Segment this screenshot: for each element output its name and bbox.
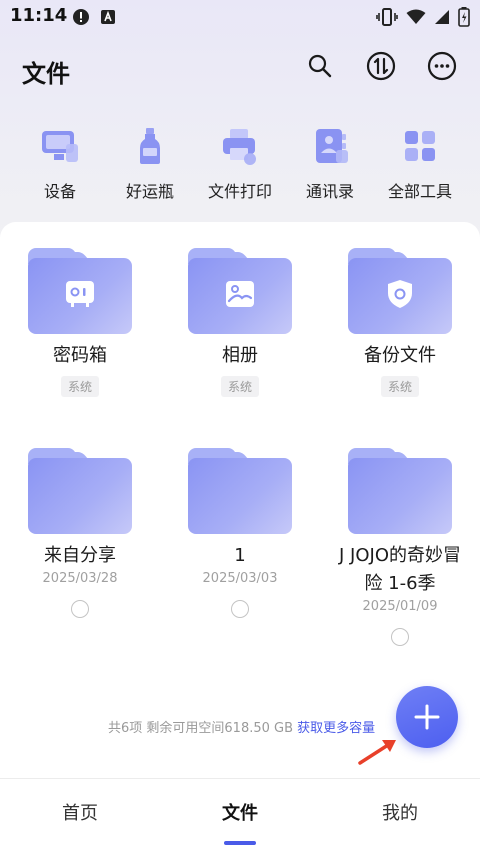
contacts-icon — [310, 126, 350, 166]
sort-icon — [366, 51, 396, 81]
system-badge: 系统 — [60, 376, 99, 397]
add-button[interactable] — [396, 686, 458, 748]
folder-item[interactable]: 备份文件 系统 — [320, 248, 480, 397]
tool-label: 设备 — [43, 182, 76, 201]
folder-icon — [188, 448, 292, 534]
select-radio[interactable] — [71, 600, 89, 618]
status-bar: 11:14 — [0, 0, 480, 34]
page-title: 文件 — [22, 60, 70, 88]
folder-date: 2025/01/09 — [362, 599, 438, 614]
folder-name: 相册 — [222, 345, 258, 366]
app-header: 文件 — [0, 50, 480, 90]
bottle-icon — [130, 126, 170, 166]
folder-name: J JOJO的奇妙冒险 1-6季 — [339, 545, 461, 594]
folder-name: 来自分享 — [44, 545, 116, 566]
active-tab-indicator — [224, 841, 256, 845]
tool-print[interactable]: 文件打印 — [192, 126, 288, 202]
folder-icon — [348, 248, 452, 334]
album-icon — [224, 279, 256, 309]
storage-info: 共6项 剩余可用空间618.50 GB 获取更多容量 — [108, 717, 375, 736]
folder-name: 1 — [234, 545, 246, 566]
storage-summary: 共6项 剩余可用空间618.50 GB — [108, 721, 294, 736]
tab-home[interactable]: 首页 — [20, 799, 140, 825]
sort-button[interactable] — [365, 50, 397, 82]
folder-item[interactable]: 相册 系统 — [160, 248, 320, 397]
tool-label: 通讯录 — [305, 182, 354, 201]
tool-device[interactable]: 设备 — [12, 126, 108, 202]
search-icon — [308, 54, 332, 78]
device-icon — [40, 126, 80, 166]
signal-icon — [434, 9, 450, 29]
folder-icon — [348, 448, 452, 534]
alert-icon — [72, 8, 90, 30]
folder-name: 备份文件 — [364, 345, 436, 366]
pointer-arrow-icon — [356, 736, 400, 766]
battery-icon — [458, 7, 470, 31]
folder-item[interactable]: 密码箱 系统 — [0, 248, 160, 397]
tool-contacts[interactable]: 通讯录 — [282, 126, 378, 202]
safe-icon — [64, 279, 96, 309]
tab-files[interactable]: 文件 — [180, 799, 300, 825]
folder-icon — [28, 248, 132, 334]
tool-label: 好运瓶 — [125, 182, 174, 201]
folder-date: 2025/03/03 — [202, 571, 278, 586]
folder-date: 2025/03/28 — [42, 571, 118, 586]
tab-mine[interactable]: 我的 — [340, 799, 460, 825]
bottom-nav: 首页 文件 我的 — [0, 778, 480, 853]
wifi-icon — [406, 9, 426, 29]
plus-icon — [414, 704, 440, 730]
folder-name: 密码箱 — [53, 345, 107, 366]
font-a-icon — [100, 9, 116, 29]
folder-item[interactable]: 来自分享 2025/03/28 — [0, 448, 160, 618]
more-button[interactable] — [426, 50, 458, 82]
select-radio[interactable] — [391, 628, 409, 646]
tool-label: 文件打印 — [207, 182, 272, 201]
tools-row: 设备 好运瓶 文件打印 通讯录 全部工具 — [0, 126, 480, 206]
folder-icon — [28, 448, 132, 534]
tool-label: 全部工具 — [387, 182, 452, 201]
search-button[interactable] — [304, 50, 336, 82]
system-badge: 系统 — [220, 376, 259, 397]
tool-all[interactable]: 全部工具 — [372, 126, 468, 202]
status-time: 11:14 — [10, 5, 68, 26]
more-icon — [427, 51, 457, 81]
grid-icon — [400, 126, 440, 166]
shield-icon — [384, 279, 416, 309]
printer-icon — [220, 126, 260, 166]
tool-bottle[interactable]: 好运瓶 — [102, 126, 198, 202]
folder-icon — [188, 248, 292, 334]
get-more-storage-link[interactable]: 获取更多容量 — [297, 721, 375, 736]
folder-item[interactable]: 1 2025/03/03 — [160, 448, 320, 618]
system-badge: 系统 — [380, 376, 419, 397]
select-radio[interactable] — [231, 600, 249, 618]
folder-item[interactable]: J JOJO的奇妙冒险 1-6季 2025/01/09 — [320, 448, 480, 646]
vibrate-icon — [376, 8, 398, 30]
